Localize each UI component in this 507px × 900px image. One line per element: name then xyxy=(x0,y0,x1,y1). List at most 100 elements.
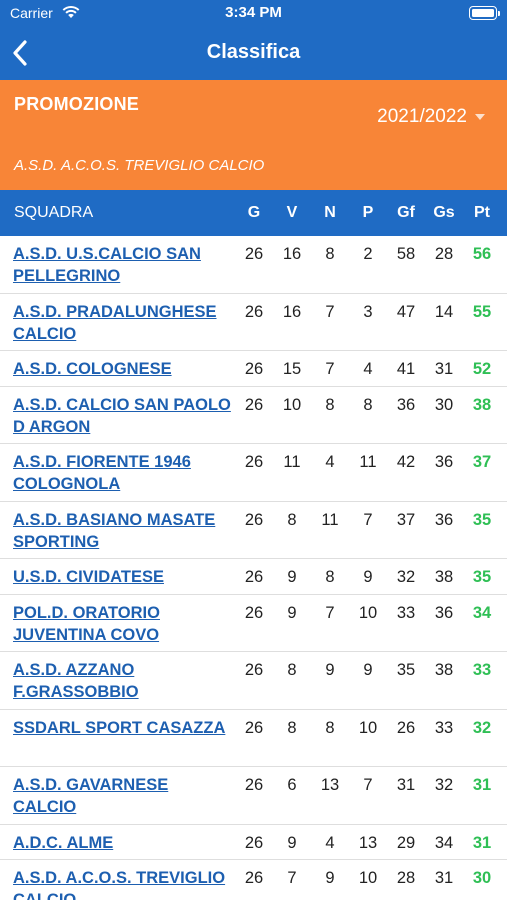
cell-lost: 9 xyxy=(363,661,373,679)
cell-points: 32 xyxy=(472,718,492,737)
cell-lost: 7 xyxy=(363,776,373,794)
cell-points: 55 xyxy=(472,302,492,321)
season-selector[interactable]: 2021/2022 xyxy=(377,106,485,128)
clock: 3:34 PM xyxy=(225,4,282,21)
cell-won: 6 xyxy=(287,776,297,794)
cell-lost: 9 xyxy=(363,568,373,586)
cell-won: 16 xyxy=(282,302,302,321)
team-link[interactable]: A.S.D. FIORENTE 1946 COLOGNOLA xyxy=(13,451,233,495)
cell-played: 26 xyxy=(244,833,264,852)
team-link[interactable]: U.S.D. CIVIDATESE xyxy=(13,566,233,588)
cell-played: 26 xyxy=(244,869,264,887)
cell-goals-against: 38 xyxy=(434,568,454,586)
team-link[interactable]: A.D.C. ALME xyxy=(13,832,233,854)
cell-goals-against: 36 xyxy=(434,453,454,471)
page-title: Classifica xyxy=(206,41,301,63)
team-link[interactable]: A.S.D. COLOGNESE xyxy=(13,358,233,380)
cell-points: 35 xyxy=(472,568,492,586)
header-drawn: N xyxy=(324,204,336,221)
header-points: Pt xyxy=(474,204,490,221)
cell-played: 26 xyxy=(244,776,264,794)
cell-won: 8 xyxy=(287,510,297,529)
cell-won: 8 xyxy=(287,718,297,737)
table-row: A.S.D. AZZANO F.GRASSOBBIO 26 8 9 9 35 3… xyxy=(0,652,507,710)
standings-table: A.S.D. U.S.CALCIO SAN PELLEGRINO 26 16 8… xyxy=(0,236,507,900)
cell-points: 38 xyxy=(472,395,492,414)
cell-goals-for: 26 xyxy=(396,718,416,737)
cell-goals-against: 28 xyxy=(434,245,454,263)
status-bar: Carrier 3:34 PM xyxy=(0,0,507,28)
cell-goals-against: 31 xyxy=(434,869,454,887)
cell-won: 10 xyxy=(282,395,302,414)
cell-goals-for: 32 xyxy=(396,568,416,586)
cell-lost: 10 xyxy=(358,603,378,622)
header-team: SQUADRA xyxy=(14,204,94,221)
table-row: A.S.D. CALCIO SAN PAOLO D ARGON 26 10 8 … xyxy=(0,387,507,444)
table-row: A.S.D. COLOGNESE 26 15 7 4 41 31 52 xyxy=(0,351,507,387)
cell-goals-for: 36 xyxy=(396,395,416,414)
league-name: PROMOZIONE xyxy=(14,94,140,114)
season-label: 2021/2022 xyxy=(377,106,467,127)
team-link[interactable]: A.S.D. CALCIO SAN PAOLO D ARGON xyxy=(13,394,233,438)
cell-drawn: 8 xyxy=(325,395,335,414)
cell-goals-against: 36 xyxy=(434,510,454,529)
cell-points: 34 xyxy=(472,603,492,622)
battery-icon xyxy=(469,6,500,20)
team-link[interactable]: A.S.D. BASIANO MASATE SPORTING xyxy=(13,509,233,553)
cell-won: 9 xyxy=(287,603,297,622)
cell-won: 11 xyxy=(283,453,301,471)
table-row: A.S.D. PRADALUNGHESE CALCIO 26 16 7 3 47… xyxy=(0,294,507,351)
cell-points: 33 xyxy=(472,661,492,679)
header-won: V xyxy=(286,204,298,221)
cell-drawn: 13 xyxy=(320,776,340,794)
team-link[interactable]: A.S.D. PRADALUNGHESE CALCIO xyxy=(13,301,233,345)
table-row: POL.D. ORATORIO JUVENTINA COVO 26 9 7 10… xyxy=(0,595,507,652)
team-link[interactable]: A.S.D. U.S.CALCIO SAN PELLEGRINO xyxy=(13,243,233,287)
cell-lost: 13 xyxy=(358,833,378,852)
cell-drawn: 9 xyxy=(325,869,335,887)
standings-header: SQUADRA G V N P Gf Gs Pt xyxy=(0,190,507,236)
cell-won: 8 xyxy=(287,661,297,679)
cell-lost: 8 xyxy=(363,395,373,414)
cell-drawn: 7 xyxy=(325,360,335,378)
cell-played: 26 xyxy=(244,718,264,737)
cell-played: 26 xyxy=(244,453,264,471)
league-header: PROMOZIONE 2021/2022 A.S.D. A.C.O.S. TRE… xyxy=(0,80,507,190)
cell-goals-against: 36 xyxy=(434,603,454,622)
team-link[interactable]: A.S.D. AZZANO F.GRASSOBBIO xyxy=(13,659,233,703)
cell-drawn: 7 xyxy=(325,302,335,321)
caret-down-icon xyxy=(475,114,485,120)
cell-goals-for: 58 xyxy=(396,245,416,263)
cell-won: 16 xyxy=(282,245,302,263)
cell-points: 30 xyxy=(472,869,492,887)
cell-played: 26 xyxy=(244,603,264,622)
table-row: A.S.D. U.S.CALCIO SAN PELLEGRINO 26 16 8… xyxy=(0,236,507,294)
cell-points: 31 xyxy=(472,833,492,852)
cell-drawn: 9 xyxy=(325,661,335,679)
cell-played: 26 xyxy=(244,302,264,321)
team-link[interactable]: A.S.D. GAVARNESE CALCIO xyxy=(13,774,233,818)
cell-goals-against: 33 xyxy=(434,718,454,737)
cell-won: 9 xyxy=(287,833,297,852)
cell-lost: 3 xyxy=(363,302,373,321)
cell-goals-for: 37 xyxy=(396,510,416,529)
cell-goals-for: 42 xyxy=(396,453,416,471)
table-row: A.S.D. A.C.O.S. TREVIGLIO CALCIO 26 7 9 … xyxy=(0,860,507,900)
cell-goals-against: 31 xyxy=(434,360,454,378)
cell-drawn: 8 xyxy=(325,568,335,586)
team-link[interactable]: A.S.D. A.C.O.S. TREVIGLIO CALCIO xyxy=(13,867,233,900)
cell-points: 52 xyxy=(472,360,492,378)
team-link[interactable]: POL.D. ORATORIO JUVENTINA COVO xyxy=(13,602,233,646)
cell-lost: 10 xyxy=(358,718,378,737)
cell-goals-for: 41 xyxy=(396,360,416,378)
cell-goals-against: 30 xyxy=(434,395,454,414)
table-row: A.S.D. FIORENTE 1946 COLOGNOLA 26 11 4 1… xyxy=(0,444,507,502)
team-link[interactable]: SSDARL SPORT CASAZZA xyxy=(13,717,233,739)
header-goals-against: Gs xyxy=(433,204,455,221)
header-lost: P xyxy=(362,204,374,221)
header-goals-for: Gf xyxy=(397,204,415,221)
cell-points: 56 xyxy=(472,245,492,263)
cell-played: 26 xyxy=(244,360,264,378)
cell-lost: 7 xyxy=(363,510,373,529)
cell-won: 7 xyxy=(287,869,297,887)
